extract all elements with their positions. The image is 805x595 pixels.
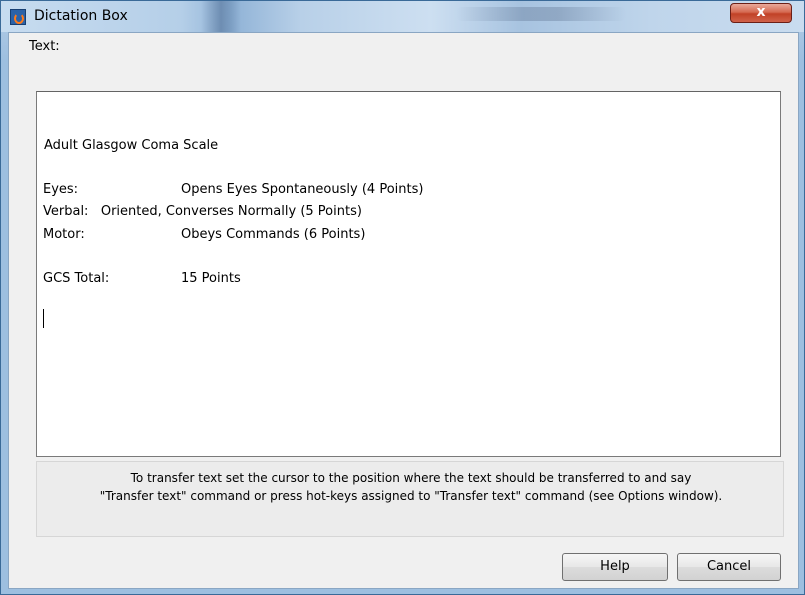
title-bar[interactable]: Dictation Box x: [1, 1, 804, 32]
title-bar-glass-shadow: [201, 1, 241, 32]
doc-heading: Adult Glasgow Coma Scale: [44, 138, 219, 153]
window-title: Dictation Box: [34, 8, 128, 24]
eyes-label: Eyes:: [43, 182, 79, 197]
motor-label: Motor:: [43, 227, 85, 242]
verbal-line: Verbal: Oriented, Converses Normally (5 …: [43, 204, 362, 219]
instructions-line-2: "Transfer text" command or press hot-key…: [99, 489, 723, 503]
dictation-box-window: Dictation Box x Text: Adult Glasgow Coma…: [0, 0, 805, 595]
title-bar-blur: [456, 7, 626, 21]
close-button[interactable]: x: [730, 3, 792, 23]
close-icon: x: [756, 4, 766, 20]
cancel-button[interactable]: Cancel: [677, 553, 781, 581]
eyes-value: Opens Eyes Spontaneously (4 Points): [181, 182, 424, 197]
help-button[interactable]: Help: [562, 553, 668, 581]
gcs-total-value: 15 Points: [181, 271, 241, 286]
text-field-label: Text:: [29, 39, 60, 54]
gcs-total-label: GCS Total:: [43, 271, 110, 286]
instructions-panel: To transfer text set the cursor to the p…: [36, 461, 784, 537]
instructions-line-1: To transfer text set the cursor to the p…: [130, 471, 692, 485]
motor-value: Obeys Commands (6 Points): [181, 227, 366, 242]
text-cursor: [43, 309, 44, 328]
app-icon: [10, 9, 26, 25]
